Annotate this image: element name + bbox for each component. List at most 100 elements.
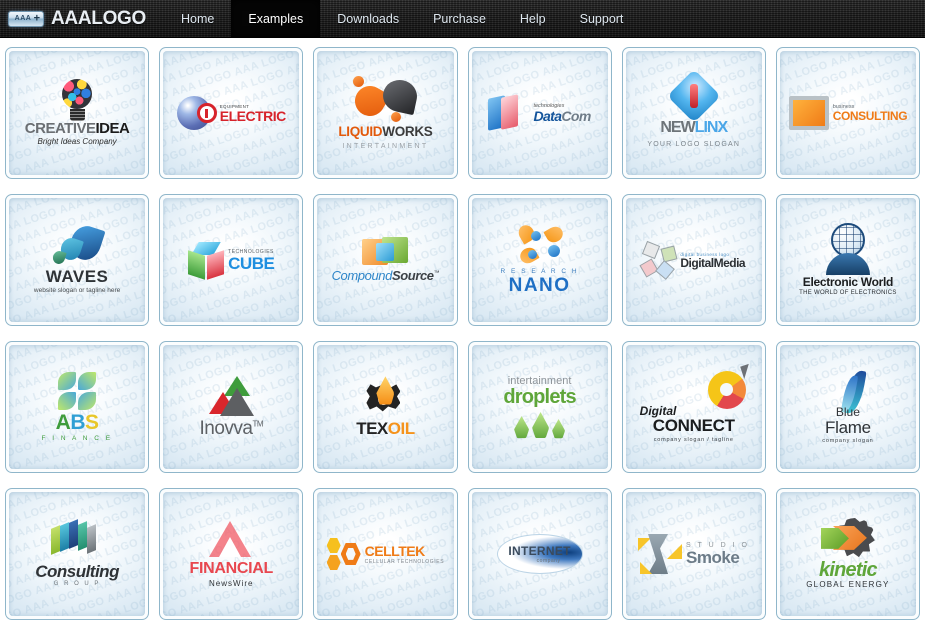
logo-text: ABS F I N A N C E xyxy=(9,412,145,442)
logo-title-2: Source xyxy=(391,268,434,284)
logo-thumbnail: AAA LOGO AAA LOGO AAA LOGO AAA LOGO AAA … xyxy=(625,51,762,175)
logo-card-digital-connect[interactable]: AAA LOGO AAA LOGO AAA LOGO AAA LOGO AAA … xyxy=(621,341,766,473)
logo-title-2: alMedia xyxy=(704,255,746,270)
nav-item-home[interactable]: Home xyxy=(164,0,231,37)
hexagons-icon xyxy=(326,538,361,570)
site-header: AAA + AAALOGO Home Examples Downloads Pu… xyxy=(0,0,925,38)
logo-title: FINANCIAL xyxy=(189,560,273,578)
logo-title: Smoke xyxy=(686,548,740,567)
logo-thumbnail: AAA LOGO AAA LOGO AAA LOGO AAA LOGO AAA … xyxy=(9,51,146,175)
logo-card-electronic-world[interactable]: AAA LOGO AAA LOGO AAA LOGO AAA LOGO AAA … xyxy=(775,194,920,326)
logo-title: droplets xyxy=(503,386,576,409)
logo-title: Blue xyxy=(835,405,860,420)
logo-text: TEXOIL xyxy=(317,420,453,437)
logo-mark: CELLTEK CELLULAR TECHNOLOGIES xyxy=(317,538,453,570)
logo-thumbnail: AAA LOGO AAA LOGO AAA LOGO AAA LOGO AAA … xyxy=(317,51,454,175)
logo-text: Blue Flame company slogan xyxy=(780,406,916,443)
logo-thumbnail: AAA LOGO AAA LOGO AAA LOGO AAA LOGO AAA … xyxy=(779,51,916,175)
logo-thumbnail: AAA LOGO AAA LOGO AAA LOGO AAA LOGO AAA … xyxy=(471,51,608,175)
logo-mark xyxy=(9,221,145,266)
logo-text: kinetic GLOBAL ENERGY xyxy=(780,560,916,590)
nav-item-downloads[interactable]: Downloads xyxy=(320,0,416,37)
logo-thumbnail: AAA LOGO AAA LOGO AAA LOGO AAA LOGO AAA … xyxy=(625,492,762,616)
logo-card-electric[interactable]: AAA LOGO AAA LOGO AAA LOGO AAA LOGO AAA … xyxy=(159,47,304,179)
logo-title: CREATIVE xyxy=(24,120,96,138)
logo-title: Digit xyxy=(680,255,705,270)
logo-title: INTERNET xyxy=(508,544,571,558)
logo-mark xyxy=(9,79,145,122)
logo-mark xyxy=(317,237,453,267)
logo-tagline: G R O U P xyxy=(53,580,101,587)
badge-aaa-text: AAA xyxy=(14,15,32,22)
nav-item-help[interactable]: Help xyxy=(503,0,563,37)
logo-card-data-com[interactable]: AAA LOGO AAA LOGO AAA LOGO AAA LOGO AAA … xyxy=(467,47,612,179)
pinwheel-icon xyxy=(639,240,678,280)
logo-mark xyxy=(780,223,916,276)
logo-text: Digital CONNECT company slogan / tagline xyxy=(626,405,762,443)
arc-icon xyxy=(825,253,870,276)
logo-mark: S T U D I O Smoke xyxy=(626,534,762,574)
logo-thumbnail: AAA LOGO AAA LOGO AAA LOGO AAA LOGO AAA … xyxy=(779,492,916,616)
s-swirl-icon xyxy=(638,534,683,574)
logo-card-waves[interactable]: AAA LOGO AAA LOGO AAA LOGO AAA LOGO AAA … xyxy=(5,194,150,326)
logo-card-cube[interactable]: AAA LOGO AAA LOGO AAA LOGO AAA LOGO AAA … xyxy=(159,194,304,326)
gear-flame-icon xyxy=(362,376,408,418)
logo-title-2: LINX xyxy=(694,119,728,136)
nav-item-support[interactable]: Support xyxy=(563,0,641,37)
diamond-icon xyxy=(666,69,721,123)
logo-mark xyxy=(317,75,453,122)
logo-card-droplets[interactable]: AAA LOGO AAA LOGO AAA LOGO AAA LOGO AAA … xyxy=(467,341,612,473)
logo-text: LIQUIDWORKS INTERTAINMENT xyxy=(317,123,453,150)
logo-title: WAVES xyxy=(45,266,109,286)
logo-card-smoke[interactable]: AAA LOGO AAA LOGO AAA LOGO AAA LOGO AAA … xyxy=(621,488,766,620)
logo-mark: digital business logo DigitalMedia xyxy=(626,240,762,280)
logo-thumbnail: AAA LOGO AAA LOGO AAA LOGO AAA LOGO AAA … xyxy=(163,492,300,616)
blocks-icon xyxy=(51,518,103,559)
logo-title: NEW xyxy=(660,119,695,136)
logo-title-2: CONNECT xyxy=(652,416,735,436)
logo-thumbnail: AAA LOGO AAA LOGO AAA LOGO AAA LOGO AAA … xyxy=(163,198,300,322)
liquid-drops-icon xyxy=(349,75,421,122)
logo-card-cell-tek[interactable]: AAA LOGO AAA LOGO AAA LOGO AAA LOGO AAA … xyxy=(313,488,458,620)
logo-mark xyxy=(163,375,299,418)
logo-mark xyxy=(317,376,453,418)
logo-title: Compound xyxy=(331,268,393,284)
nav-item-purchase[interactable]: Purchase xyxy=(416,0,503,37)
nav-item-examples[interactable]: Examples xyxy=(231,0,321,37)
logo-card-blue-flame[interactable]: AAA LOGO AAA LOGO AAA LOGO AAA LOGO AAA … xyxy=(775,341,920,473)
logo-card-digital-media[interactable]: AAA LOGO AAA LOGO AAA LOGO AAA LOGO AAA … xyxy=(621,194,766,326)
logo-card-financial[interactable]: AAA LOGO AAA LOGO AAA LOGO AAA LOGO AAA … xyxy=(159,488,304,620)
logo-card-internet[interactable]: AAA LOGO AAA LOGO AAA LOGO AAA LOGO AAA … xyxy=(467,488,612,620)
logo-mark: INTERNET company xyxy=(472,534,608,574)
logo-card-inovva[interactable]: AAA LOGO AAA LOGO AAA LOGO AAA LOGO AAA … xyxy=(159,341,304,473)
logo-title: CONSULTING xyxy=(832,109,908,123)
logo-thumbnail: AAA LOGO AAA LOGO AAA LOGO AAA LOGO AAA … xyxy=(471,492,608,616)
logo-thumbnail: AAA LOGO AAA LOGO AAA LOGO AAA LOGO AAA … xyxy=(471,345,608,469)
logo-card-abs-finance[interactable]: AAA LOGO AAA LOGO AAA LOGO AAA LOGO AAA … xyxy=(5,341,150,473)
logo-card-consulting[interactable]: AAA LOGO AAA LOGO AAA LOGO AAA LOGO AAA … xyxy=(775,47,920,179)
logo-thumbnail: AAA LOGO AAA LOGO AAA LOGO AAA LOGO AAA … xyxy=(9,345,146,469)
logo-mark: technologies DataCom xyxy=(472,94,608,131)
logo-card-new-linx[interactable]: AAA LOGO AAA LOGO AAA LOGO AAA LOGO AAA … xyxy=(621,47,766,179)
logo-card-nano[interactable]: AAA LOGO AAA LOGO AAA LOGO AAA LOGO AAA … xyxy=(467,194,612,326)
logo-mark: EQUIPMENT ELECTRIC xyxy=(163,96,299,130)
logo-card-liquid-works[interactable]: AAA LOGO AAA LOGO AAA LOGO AAA LOGO AAA … xyxy=(313,47,458,179)
logo-text: Electronic World THE WORLD OF ELECTRONIC… xyxy=(780,276,916,297)
wave-icon xyxy=(51,221,106,266)
logo-mark xyxy=(9,518,145,559)
logo-card-consulting-group[interactable]: AAA LOGO AAA LOGO AAA LOGO AAA LOGO AAA … xyxy=(5,488,150,620)
logo-card-tex-oil[interactable]: AAA LOGO AAA LOGO AAA LOGO AAA LOGO AAA … xyxy=(313,341,458,473)
logo-title-2: Com xyxy=(561,108,591,124)
logo-text: CompoundSource™ xyxy=(317,269,453,282)
logo-tagline: company xyxy=(536,558,561,564)
brand-logo[interactable]: AAA + AAALOGO xyxy=(0,0,164,37)
logo-tagline: CELLULAR TECHNOLOGIES xyxy=(364,558,445,565)
logo-text: intertainment droplets xyxy=(472,375,608,408)
logo-thumbnail: AAA LOGO AAA LOGO AAA LOGO AAA LOGO AAA … xyxy=(317,492,454,616)
logo-card-kinetic[interactable]: AAA LOGO AAA LOGO AAA LOGO AAA LOGO AAA … xyxy=(775,488,920,620)
logo-card-compound-source[interactable]: AAA LOGO AAA LOGO AAA LOGO AAA LOGO AAA … xyxy=(313,194,458,326)
logo-card-creative-idea[interactable]: AAA LOGO AAA LOGO AAA LOGO AAA LOGO AAA … xyxy=(5,47,150,179)
logo-title: LIQUID xyxy=(338,123,383,139)
logo-text: InovvaTM xyxy=(163,419,299,438)
power-ring-icon xyxy=(196,103,217,123)
